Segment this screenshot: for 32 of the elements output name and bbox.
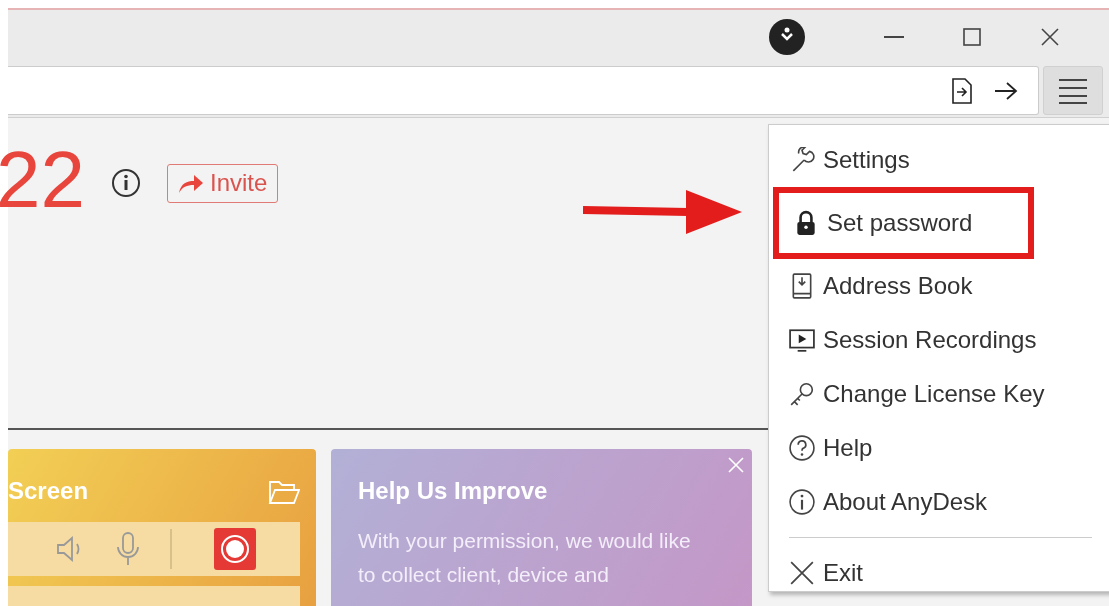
minimize-icon (884, 36, 904, 38)
key-icon (789, 381, 815, 407)
record-icon (220, 534, 250, 564)
address-field[interactable] (8, 66, 1039, 116)
close-icon (728, 457, 744, 474)
menu-item[interactable]: Session Recordings (785, 313, 1041, 367)
invite-button[interactable]: Invite (167, 164, 279, 203)
menu-item[interactable]: Change License Key (785, 367, 1049, 421)
close-icon (789, 560, 815, 586)
close-icon (1041, 28, 1059, 46)
menu-item[interactable]: Help (785, 421, 877, 475)
menu-item[interactable]: About AnyDesk (785, 475, 992, 529)
menu-button[interactable] (1043, 66, 1103, 116)
info-icon[interactable] (111, 168, 141, 199)
menu-icon (1059, 77, 1087, 104)
maximize-icon (963, 28, 981, 46)
record-button[interactable] (214, 528, 256, 570)
close-button[interactable] (728, 457, 744, 474)
screen-play-icon (789, 327, 815, 353)
menu-item[interactable]: Settings (785, 133, 914, 187)
card-title: Screen (8, 477, 89, 506)
download-icon[interactable] (769, 19, 805, 55)
menu-item[interactable]: Address Book (785, 259, 977, 313)
info-icon (789, 489, 815, 515)
address-number: 22 (0, 140, 85, 221)
card-title: Help Us Improve (358, 477, 549, 506)
help-icon (789, 435, 815, 461)
menu-item[interactable]: Exit (785, 546, 867, 600)
menu-item[interactable]: Set password (779, 193, 1029, 253)
file-transfer-icon[interactable] (952, 77, 972, 104)
connect-arrow-icon[interactable] (994, 80, 1018, 101)
card-text: With your permission, we would like to collect client, device and (358, 528, 692, 588)
